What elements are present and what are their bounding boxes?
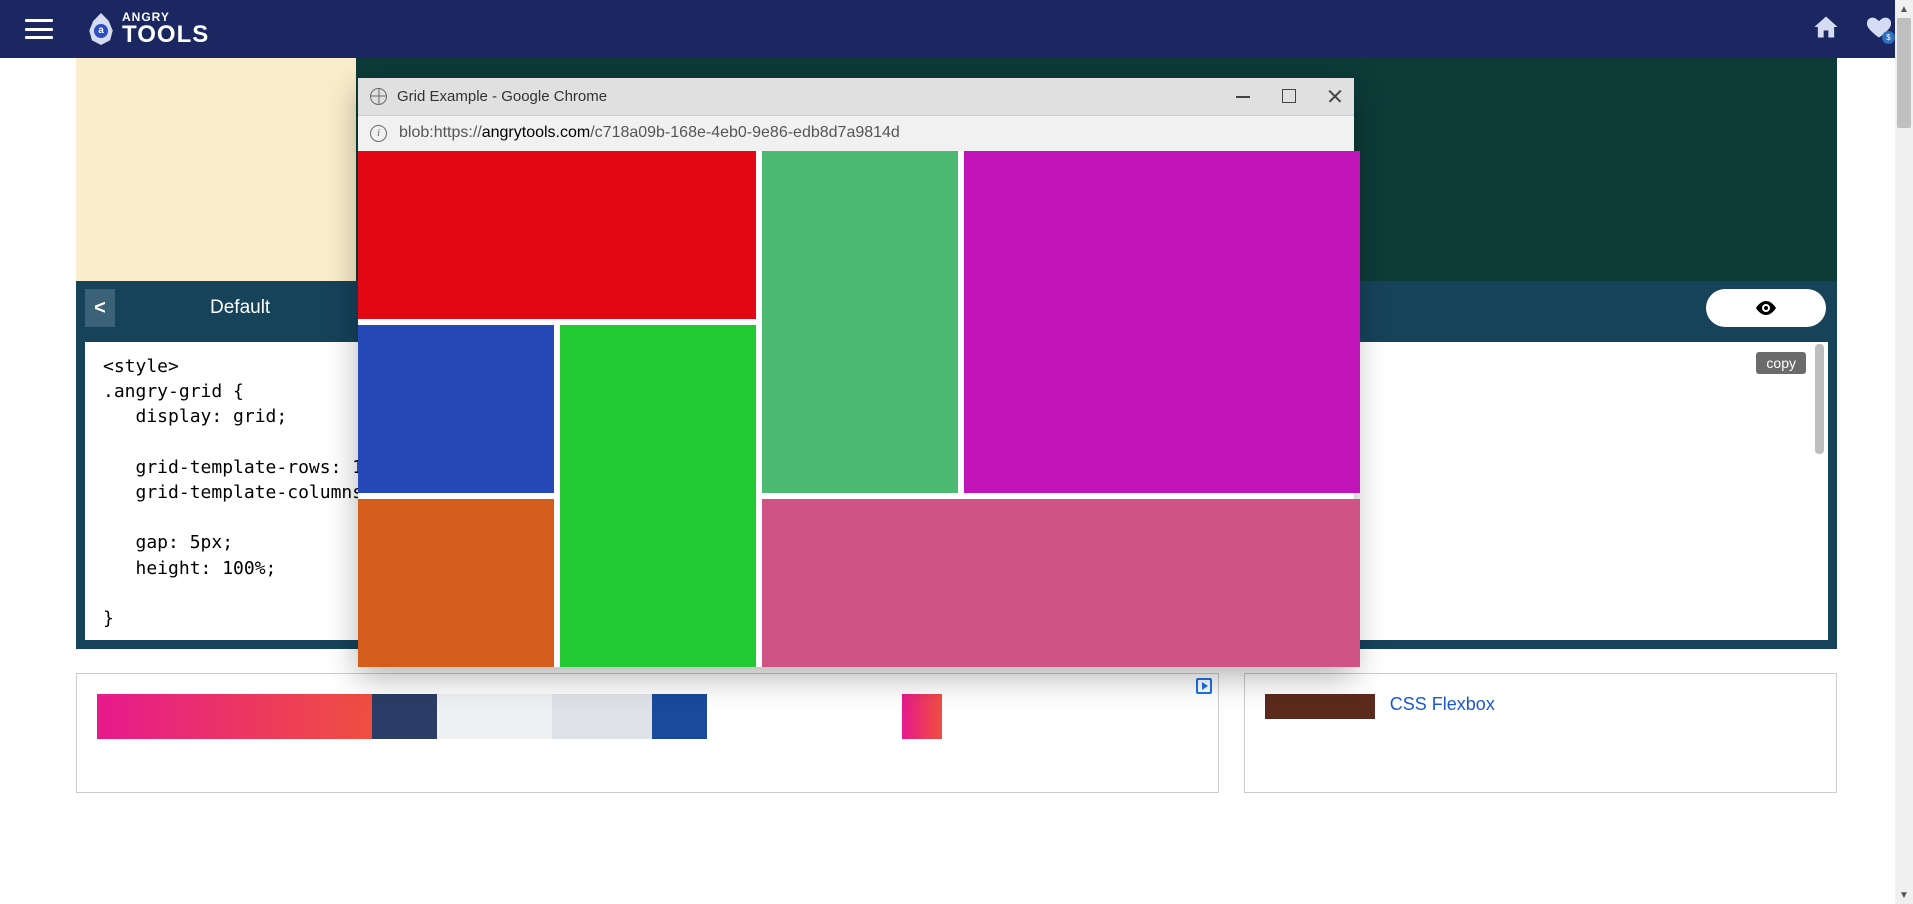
globe-icon [370,88,387,105]
window-close-button[interactable] [1328,89,1342,103]
grid-item-5 [964,151,1360,493]
grid-item-1 [358,325,554,493]
scroll-thumb[interactable] [1897,18,1911,128]
grid-item-4 [762,151,958,493]
grid-item-6 [762,499,1360,667]
ad-card[interactable] [76,673,1219,793]
eye-icon [1754,296,1778,320]
ad-segment [372,694,437,739]
brand-bottom: TOOLS [122,23,209,47]
ad-segment [652,694,707,739]
page-content: < Default <style> .angry-grid { display:… [0,58,1913,904]
grid-item-0 [358,151,756,319]
prev-button[interactable]: < [85,289,115,327]
brand-logo[interactable]: a ANGRY TOOLS [88,11,209,47]
ad-segment [97,694,372,739]
popup-titlebar[interactable]: Grid Example - Google Chrome [358,78,1354,115]
window-maximize-button[interactable] [1282,89,1296,103]
scroll-up-button[interactable]: ▲ [1895,0,1913,18]
flame-letter: a [94,24,108,38]
breakpoint-label: Default [210,297,270,319]
ad-segment [552,694,652,739]
ad-segment [902,694,942,739]
popup-body [358,151,1354,667]
home-icon[interactable] [1812,13,1840,46]
popup-url: blob:https://angrytools.com/c718a09b-168… [399,124,900,142]
flame-icon: a [88,13,114,45]
page-scrollbar[interactable]: ▲ ▼ [1895,0,1913,904]
preview-button[interactable] [1706,289,1826,327]
popup-addressbar[interactable]: i blob:https://angrytools.com/c718a09b-1… [358,115,1354,152]
related-thumbnail[interactable] [1265,694,1375,719]
menu-icon[interactable] [25,19,53,39]
donate-icon[interactable]: $ [1865,13,1893,46]
popup-title: Grid Example - Google Chrome [397,88,607,105]
code-scrollbar-thumb[interactable] [1815,344,1824,454]
window-minimize-button[interactable] [1236,89,1250,103]
related-card: CSS Flexbox [1244,673,1837,793]
scroll-down-button[interactable]: ▼ [1895,886,1913,904]
popup-window: Grid Example - Google Chrome i blob:http… [358,78,1354,667]
copy-button[interactable]: copy [1756,352,1806,374]
related-link[interactable]: CSS Flexbox [1390,694,1495,714]
grid-item-2 [358,499,554,667]
app-topbar: a ANGRY TOOLS $ [0,0,1913,58]
grid-demo [358,151,1354,667]
ad-segment [437,694,552,739]
preview-cell-cream[interactable] [76,58,356,281]
site-info-icon[interactable]: i [370,125,387,142]
ad-segment [707,694,902,739]
adchoices-icon[interactable] [1196,678,1212,694]
heart-badge: $ [1882,31,1895,44]
grid-item-3 [560,325,756,667]
bottom-row: CSS Flexbox [76,673,1837,793]
